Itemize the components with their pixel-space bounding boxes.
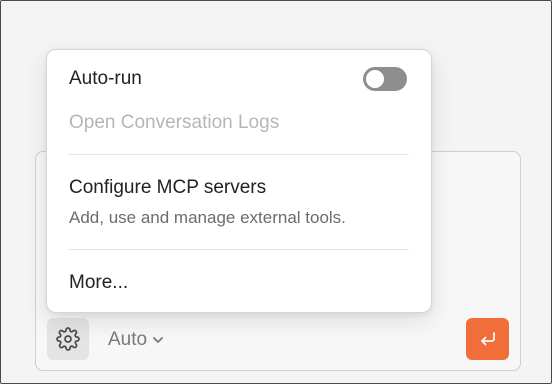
settings-popover-menu: Auto-run Open Conversation Logs Configur…	[46, 49, 432, 313]
toggle-knob	[366, 70, 384, 88]
open-conversation-logs-item: Open Conversation Logs	[69, 112, 280, 133]
settings-button[interactable]	[47, 318, 89, 360]
model-select-value: Auto	[108, 329, 148, 350]
autorun-label: Auto-run	[69, 68, 142, 89]
enter-return-icon	[480, 332, 495, 346]
model-select[interactable]: Auto	[108, 326, 165, 354]
autorun-toggle[interactable]	[363, 67, 407, 91]
chevron-down-icon	[153, 337, 163, 343]
mcp-description: Add, use and manage external tools.	[69, 208, 346, 227]
configure-mcp-servers-item[interactable]: Configure MCP servers	[69, 177, 266, 199]
menu-divider	[68, 154, 409, 155]
menu-divider	[68, 249, 409, 250]
gear-icon	[56, 327, 80, 351]
more-item[interactable]: More...	[69, 272, 128, 294]
send-button[interactable]	[466, 318, 509, 360]
